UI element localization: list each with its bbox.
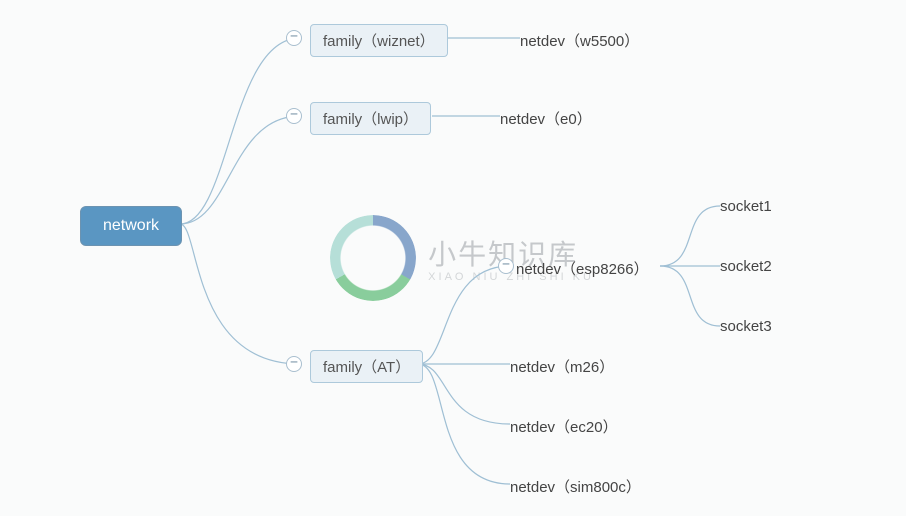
- node-netdev-m26[interactable]: netdev（m26）: [510, 354, 614, 379]
- collapse-toggle-icon[interactable]: −: [286, 30, 302, 46]
- node-network-root[interactable]: network: [80, 206, 182, 246]
- node-socket2[interactable]: socket2: [720, 256, 772, 277]
- collapse-toggle-icon[interactable]: −: [498, 258, 514, 274]
- node-netdev-e0[interactable]: netdev（e0）: [500, 106, 592, 131]
- node-socket3-label: socket3: [720, 318, 772, 335]
- node-netdev-sim800c[interactable]: netdev（sim800c）: [510, 474, 641, 499]
- node-family-wiznet-label: family（wiznet）: [323, 33, 435, 50]
- node-network-root-label: network: [103, 217, 159, 234]
- node-family-at[interactable]: family（AT）: [310, 350, 423, 383]
- node-socket3[interactable]: socket3: [720, 316, 772, 337]
- node-netdev-ec20-label: netdev（ec20）: [510, 419, 618, 436]
- node-family-at-label: family（AT）: [323, 359, 410, 376]
- node-netdev-w5500[interactable]: netdev（w5500）: [520, 28, 639, 53]
- collapse-toggle-icon[interactable]: −: [286, 108, 302, 124]
- node-family-wiznet[interactable]: family（wiznet）: [310, 24, 448, 57]
- node-family-lwip[interactable]: family（lwip）: [310, 102, 431, 135]
- node-netdev-w5500-label: netdev（w5500）: [520, 33, 639, 50]
- node-netdev-ec20[interactable]: netdev（ec20）: [510, 414, 618, 439]
- node-netdev-m26-label: netdev（m26）: [510, 359, 614, 376]
- node-netdev-e0-label: netdev（e0）: [500, 111, 592, 128]
- node-socket1-label: socket1: [720, 198, 772, 215]
- node-netdev-esp8266[interactable]: netdev（esp8266）: [516, 256, 649, 281]
- collapse-toggle-icon[interactable]: −: [286, 356, 302, 372]
- node-netdev-sim800c-label: netdev（sim800c）: [510, 479, 641, 496]
- node-socket2-label: socket2: [720, 258, 772, 275]
- node-netdev-esp8266-label: netdev（esp8266）: [516, 261, 649, 278]
- node-socket1[interactable]: socket1: [720, 196, 772, 217]
- node-family-lwip-label: family（lwip）: [323, 111, 418, 128]
